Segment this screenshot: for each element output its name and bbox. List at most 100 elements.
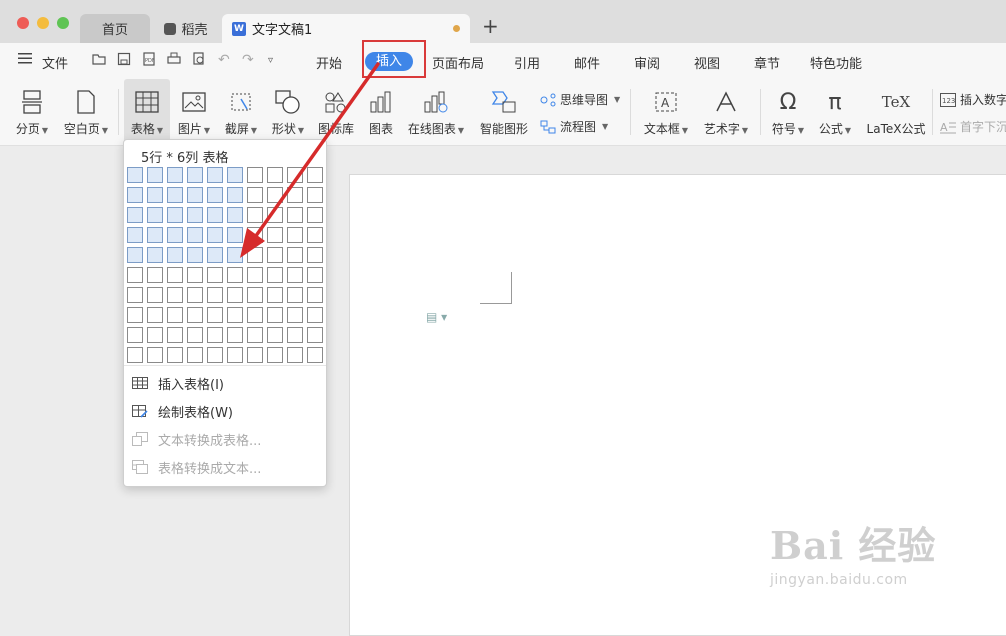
smart-graphic-button[interactable]: 智能图形	[478, 79, 530, 145]
menu-page-layout[interactable]: 页面布局	[432, 53, 484, 72]
table-grid-cell[interactable]	[207, 227, 223, 243]
insert-table-menu-item[interactable]: 插入表格(I)	[132, 371, 318, 395]
table-grid-cell[interactable]	[307, 247, 323, 263]
table-grid-cell[interactable]	[307, 287, 323, 303]
print-preview-icon[interactable]	[192, 52, 206, 70]
shapes-button[interactable]: 形状 ▼	[268, 79, 308, 145]
table-grid-cell[interactable]	[287, 167, 303, 183]
symbol-button[interactable]: Ω 符号 ▼	[768, 79, 808, 145]
table-grid-cell[interactable]	[227, 267, 243, 283]
table-grid-cell[interactable]	[247, 227, 263, 243]
table-grid-cell[interactable]	[187, 287, 203, 303]
table-grid-cell[interactable]	[127, 227, 143, 243]
open-folder-icon[interactable]	[92, 52, 106, 70]
table-grid-cell[interactable]	[127, 347, 143, 363]
table-grid-cell[interactable]	[287, 187, 303, 203]
draw-table-menu-item[interactable]: 绘制表格(W)	[132, 399, 318, 423]
paste-options-icon[interactable]: ▤ ▾	[426, 310, 447, 324]
table-grid-cell[interactable]	[247, 187, 263, 203]
table-grid-cell[interactable]	[207, 347, 223, 363]
print-icon[interactable]	[167, 52, 181, 70]
table-grid-cell[interactable]	[267, 247, 283, 263]
table-grid-cell[interactable]	[307, 307, 323, 323]
table-grid-cell[interactable]	[307, 347, 323, 363]
table-grid-cell[interactable]	[187, 227, 203, 243]
table-grid-cell[interactable]	[187, 187, 203, 203]
table-grid-cell[interactable]	[147, 247, 163, 263]
tab-document[interactable]: W 文字文稿1	[222, 14, 470, 43]
table-grid-cell[interactable]	[287, 327, 303, 343]
table-grid-cell[interactable]	[267, 267, 283, 283]
close-window-button[interactable]	[17, 17, 29, 29]
table-grid-cell[interactable]	[167, 247, 183, 263]
table-grid-cell[interactable]	[247, 287, 263, 303]
table-grid-cell[interactable]	[147, 207, 163, 223]
table-grid-cell[interactable]	[187, 167, 203, 183]
blank-page-button[interactable]: 空白页 ▼	[60, 79, 112, 145]
hamburger-menu-icon[interactable]	[18, 51, 32, 69]
redo-icon[interactable]: ↷	[242, 52, 254, 68]
word-art-button[interactable]: 艺术字 ▼	[700, 79, 752, 145]
menu-special-features[interactable]: 特色功能	[810, 53, 862, 72]
menu-chapter[interactable]: 章节	[754, 53, 780, 72]
text-to-table-menu-item[interactable]: 文本转换成表格...	[132, 427, 318, 451]
undo-icon[interactable]: ↶	[218, 52, 230, 68]
table-grid-cell[interactable]	[267, 307, 283, 323]
table-grid-cell[interactable]	[307, 187, 323, 203]
table-grid-cell[interactable]	[207, 167, 223, 183]
table-grid-cell[interactable]	[227, 167, 243, 183]
table-grid-cell[interactable]	[207, 327, 223, 343]
table-grid-cell[interactable]	[227, 187, 243, 203]
table-grid-cell[interactable]	[247, 347, 263, 363]
table-grid-cell[interactable]	[147, 187, 163, 203]
new-tab-button[interactable]: +	[482, 14, 499, 38]
insert-number-button[interactable]: 123 插入数字	[940, 91, 1006, 108]
table-grid-cell[interactable]	[147, 287, 163, 303]
minimize-window-button[interactable]	[37, 17, 49, 29]
table-grid-cell[interactable]	[267, 327, 283, 343]
table-grid-cell[interactable]	[287, 267, 303, 283]
table-grid-cell[interactable]	[167, 287, 183, 303]
table-grid-cell[interactable]	[227, 347, 243, 363]
table-grid-cell[interactable]	[267, 167, 283, 183]
table-grid-cell[interactable]	[167, 167, 183, 183]
page-break-button[interactable]: 分页 ▼	[10, 79, 54, 145]
table-grid-cell[interactable]	[167, 267, 183, 283]
menu-mailings[interactable]: 邮件	[574, 53, 600, 72]
table-grid-cell[interactable]	[147, 167, 163, 183]
table-grid-cell[interactable]	[287, 207, 303, 223]
table-grid-cell[interactable]	[227, 247, 243, 263]
table-to-text-menu-item[interactable]: 表格转换成文本...	[132, 455, 318, 479]
latex-formula-button[interactable]: TeX LaTeX公式	[864, 79, 928, 145]
table-grid-cell[interactable]	[187, 267, 203, 283]
menu-file[interactable]: 文件	[42, 53, 68, 72]
table-grid-cell[interactable]	[267, 207, 283, 223]
table-grid-cell[interactable]	[247, 307, 263, 323]
table-grid-cell[interactable]	[267, 287, 283, 303]
online-chart-button[interactable]: 在线图表 ▼	[405, 79, 467, 145]
table-grid-cell[interactable]	[167, 347, 183, 363]
table-grid-cell[interactable]	[247, 207, 263, 223]
table-button[interactable]: 表格 ▼	[124, 79, 170, 145]
table-grid-cell[interactable]	[127, 307, 143, 323]
table-grid-cell[interactable]	[227, 327, 243, 343]
icon-library-button[interactable]: 图标库	[316, 79, 356, 145]
table-grid-cell[interactable]	[187, 207, 203, 223]
table-grid-cell[interactable]	[287, 247, 303, 263]
chart-button[interactable]: 图表	[363, 79, 399, 145]
table-grid-cell[interactable]	[147, 267, 163, 283]
table-grid-cell[interactable]	[287, 227, 303, 243]
table-grid-cell[interactable]	[127, 267, 143, 283]
table-grid-cell[interactable]	[187, 327, 203, 343]
mindmap-button[interactable]: 思维导图 ▼	[540, 91, 620, 108]
table-grid-cell[interactable]	[207, 247, 223, 263]
save-icon[interactable]	[117, 52, 131, 70]
menu-references[interactable]: 引用	[514, 53, 540, 72]
table-grid-cell[interactable]	[287, 307, 303, 323]
table-grid-cell[interactable]	[147, 227, 163, 243]
table-grid-cell[interactable]	[207, 207, 223, 223]
table-grid-cell[interactable]	[207, 187, 223, 203]
screenshot-button[interactable]: 截屏 ▼	[221, 79, 261, 145]
table-grid-cell[interactable]	[127, 247, 143, 263]
table-grid-cell[interactable]	[127, 207, 143, 223]
